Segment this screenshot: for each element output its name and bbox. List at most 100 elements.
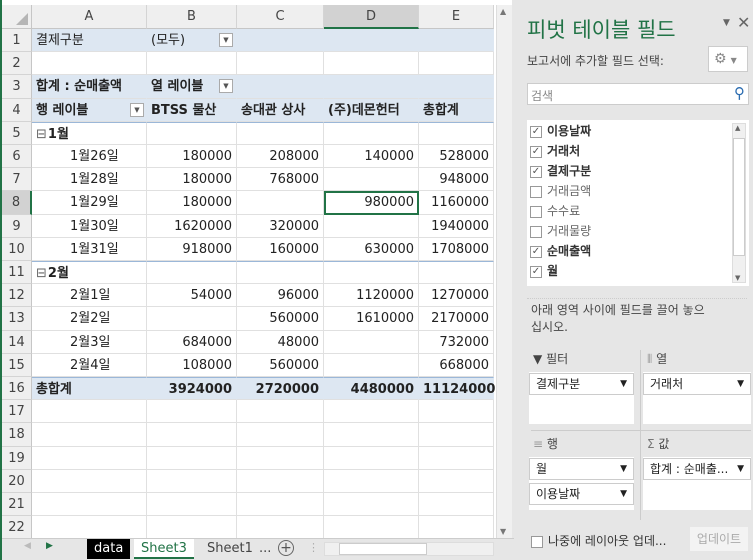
- cell-d11[interactable]: [324, 261, 419, 285]
- cell-b5[interactable]: [147, 121, 237, 145]
- row-header[interactable]: 7: [2, 168, 32, 192]
- checkbox[interactable]: ✓: [530, 145, 542, 158]
- pane-options-dropdown-icon[interactable]: ▼: [723, 18, 730, 28]
- cell-b6[interactable]: 180000: [147, 145, 237, 169]
- cell-b13[interactable]: [147, 307, 237, 331]
- cell-a12[interactable]: 2월1일: [32, 284, 147, 308]
- cell-b10[interactable]: 918000: [147, 237, 237, 261]
- cell-a7[interactable]: 1월28일: [32, 168, 147, 192]
- cell-d18[interactable]: [324, 423, 419, 447]
- row-header[interactable]: 18: [2, 423, 32, 447]
- cell-a9[interactable]: 1월30일: [32, 214, 147, 238]
- row-header[interactable]: 14: [2, 330, 32, 354]
- field-item[interactable]: ✓ 순매출액: [527, 241, 749, 261]
- cell-a3[interactable]: 합계 : 순매출액: [32, 75, 147, 99]
- cell-e1[interactable]: [419, 29, 494, 53]
- cell-d21[interactable]: [324, 493, 419, 517]
- row-header[interactable]: 9: [2, 214, 32, 238]
- cell-d20[interactable]: [324, 469, 419, 493]
- cell-c2[interactable]: [237, 52, 324, 76]
- cell-e16[interactable]: 11124000: [419, 377, 495, 401]
- cell-a19[interactable]: [32, 446, 147, 470]
- cell-e17[interactable]: [419, 400, 494, 424]
- cell-d9[interactable]: [324, 214, 419, 238]
- cell-c10[interactable]: 160000: [237, 237, 324, 261]
- cell-a5[interactable]: ⊟1월: [32, 121, 147, 145]
- cell-d10[interactable]: 630000: [324, 237, 419, 261]
- checkbox[interactable]: ✓: [530, 245, 542, 258]
- search-icon[interactable]: ⚲: [734, 84, 745, 102]
- cell-e6[interactable]: 528000: [419, 145, 494, 169]
- add-sheet-icon[interactable]: +: [278, 540, 294, 556]
- cell-e5[interactable]: [419, 121, 494, 145]
- cell-a17[interactable]: [32, 400, 147, 424]
- horizontal-scrollbar[interactable]: [324, 542, 494, 556]
- cell-b15[interactable]: 108000: [147, 353, 237, 377]
- field-list-scrollbar[interactable]: ▲ ▼: [732, 123, 746, 283]
- row-header[interactable]: 11: [2, 261, 32, 285]
- value-field-pill[interactable]: 합계 : 순매출... ▼: [643, 458, 751, 480]
- column-header-b[interactable]: B: [147, 5, 237, 29]
- horizontal-scroll-thumb[interactable]: [339, 543, 427, 555]
- cell-a16[interactable]: 총합계: [32, 377, 147, 401]
- row-field-pill-month[interactable]: 월 ▼: [529, 458, 634, 480]
- cell-d15[interactable]: [324, 353, 419, 377]
- cell-c19[interactable]: [237, 446, 324, 470]
- cell-a10[interactable]: 1월31일: [32, 237, 147, 261]
- field-search-input[interactable]: 검색 ⚲: [527, 83, 749, 105]
- cell-e21[interactable]: [419, 493, 494, 517]
- column-header-d[interactable]: D: [324, 5, 419, 29]
- cell-e4[interactable]: 총합계: [419, 98, 494, 122]
- cell-b17[interactable]: [147, 400, 237, 424]
- tab-sheet1[interactable]: Sheet1: [200, 539, 260, 559]
- cell-c22[interactable]: [237, 516, 324, 540]
- field-item[interactable]: ✓ 거래처: [527, 141, 749, 161]
- column-header-a[interactable]: A: [32, 5, 147, 29]
- checkbox[interactable]: ✓: [530, 265, 542, 278]
- select-all-corner[interactable]: [2, 5, 32, 29]
- row-header[interactable]: 17: [2, 400, 32, 424]
- cell-c7[interactable]: 768000: [237, 168, 324, 192]
- cell-b21[interactable]: [147, 493, 237, 517]
- cell-e8[interactable]: 1160000: [419, 191, 494, 215]
- cell-a22[interactable]: [32, 516, 147, 540]
- cell-c13[interactable]: 560000: [237, 307, 324, 331]
- cell-c4[interactable]: 송대관 상사: [237, 98, 324, 122]
- row-header[interactable]: 15: [2, 353, 32, 377]
- cell-a2[interactable]: [32, 52, 147, 76]
- row-header[interactable]: 10: [2, 237, 32, 261]
- cell-c9[interactable]: 320000: [237, 214, 324, 238]
- tab-data[interactable]: data: [87, 539, 131, 559]
- cell-a11[interactable]: ⊟2월: [32, 261, 147, 285]
- scroll-down-icon[interactable]: ▼: [500, 527, 506, 536]
- cell-d1[interactable]: [324, 29, 419, 53]
- cell-b4[interactable]: BTSS 물산: [147, 98, 237, 122]
- cell-b16[interactable]: 3924000: [147, 377, 237, 401]
- vertical-scrollbar[interactable]: ▲ ▼: [496, 5, 512, 540]
- field-item[interactable]: ✓ 월: [527, 261, 749, 281]
- field-item[interactable]: 수수료: [527, 201, 749, 221]
- filter-dropdown-button[interactable]: ▼: [219, 33, 233, 47]
- cell-c5[interactable]: [237, 121, 324, 145]
- cell-c8[interactable]: [237, 191, 324, 215]
- cell-b22[interactable]: [147, 516, 237, 540]
- row-header[interactable]: 13: [2, 307, 32, 331]
- cell-d7[interactable]: [324, 168, 419, 192]
- cell-a18[interactable]: [32, 423, 147, 447]
- cell-b19[interactable]: [147, 446, 237, 470]
- cell-d17[interactable]: [324, 400, 419, 424]
- cell-d2[interactable]: [324, 52, 419, 76]
- cell-e14[interactable]: 732000: [419, 330, 494, 354]
- cell-e3[interactable]: [419, 75, 494, 99]
- row-header[interactable]: 21: [2, 493, 32, 517]
- cell-c20[interactable]: [237, 469, 324, 493]
- splitter-handle[interactable]: ⋮: [308, 541, 319, 554]
- row-header[interactable]: 22: [2, 516, 32, 540]
- column-field-pill[interactable]: 거래처 ▼: [643, 373, 751, 395]
- cell-c17[interactable]: [237, 400, 324, 424]
- cell-d22[interactable]: [324, 516, 419, 540]
- row-labels-dropdown-button[interactable]: ▼: [130, 102, 144, 117]
- cell-d6[interactable]: 140000: [324, 145, 419, 169]
- row-field-pill-date[interactable]: 이용날짜 ▼: [529, 483, 634, 505]
- cell-c3[interactable]: [237, 75, 324, 99]
